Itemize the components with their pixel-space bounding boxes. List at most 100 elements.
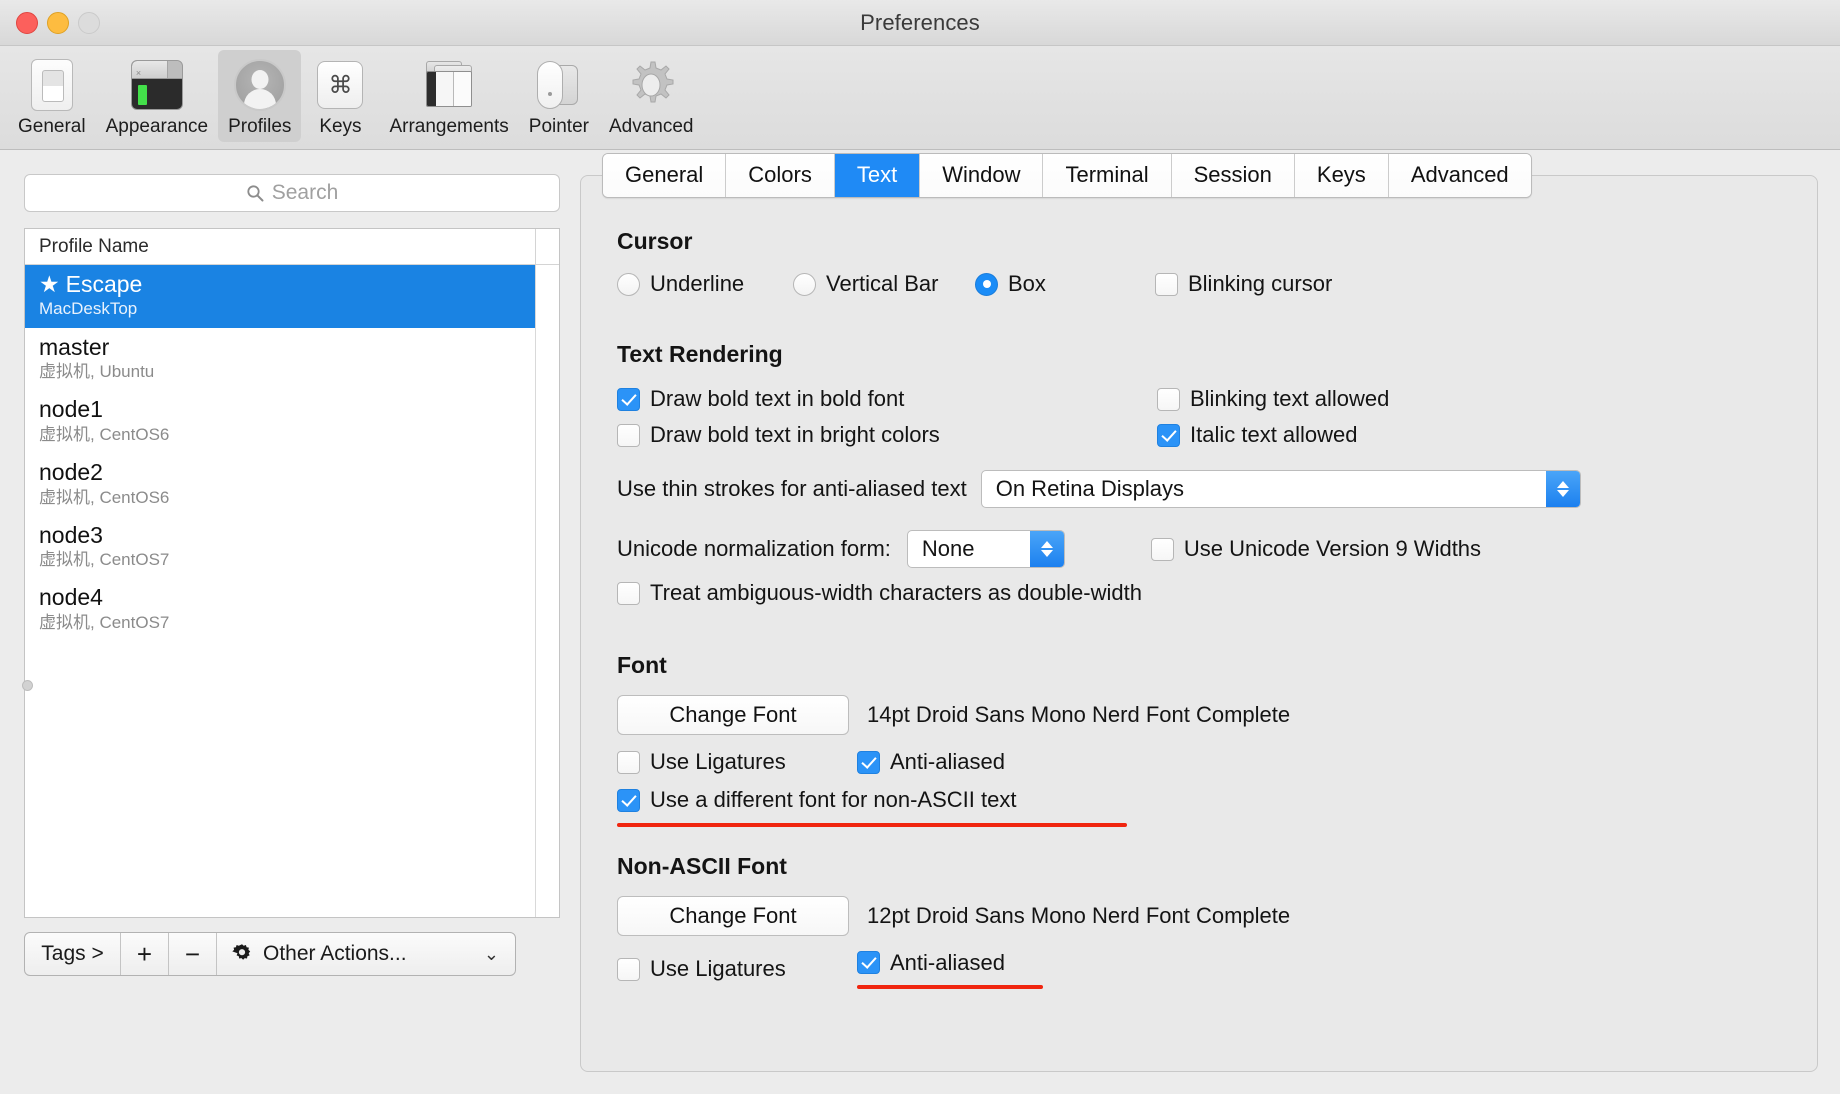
unicode-v9-widths-checkbox[interactable]: Use Unicode Version 9 Widths	[1150, 536, 1482, 562]
blinking-cursor-checkbox[interactable]: Blinking cursor	[1155, 271, 1332, 297]
cursor-vertical-bar-label: Vertical Bar	[826, 271, 939, 296]
other-actions-button[interactable]: Other Actions... ⌄	[217, 933, 515, 975]
window-title: Preferences	[860, 10, 980, 35]
cursor-radio-underline[interactable]: Underline	[617, 271, 793, 297]
profiles-action-bar: Tags > + − Other Actions... ⌄	[24, 932, 516, 976]
thin-strokes-label: Use thin strokes for anti-aliased text	[617, 476, 967, 501]
profile-subtitle: MacDeskTop	[39, 299, 138, 319]
profile-name: node1	[39, 396, 103, 423]
preferences-toolbar: General × Appearance Profiles ⌘ Keys Arr…	[0, 46, 1840, 150]
cursor-radio-vertical-bar[interactable]: Vertical Bar	[793, 271, 975, 297]
tab-text[interactable]: Text	[834, 154, 921, 197]
profiles-list-body: ★ Escape MacDeskTop master 虚拟机, Ubuntu no…	[25, 265, 559, 917]
appearance-icon: ×	[128, 56, 186, 114]
cursor-underline-label: Underline	[650, 271, 745, 296]
search-placeholder: Search	[271, 181, 339, 204]
remove-profile-button[interactable]: −	[169, 933, 217, 975]
tags-button[interactable]: Tags >	[25, 933, 121, 975]
draw-bold-in-bold-font-checkbox[interactable]: Draw bold text in bold font	[617, 386, 1157, 412]
gear-icon	[232, 944, 251, 960]
draw-bold-in-bright-colors-checkbox[interactable]: Draw bold text in bright colors	[617, 422, 1157, 448]
different-font-non-ascii-checkbox[interactable]: Use a different font for non-ASCII text	[617, 787, 1016, 813]
toolbar-label-appearance: Appearance	[105, 116, 209, 137]
unicode-normalization-value: None	[921, 536, 975, 561]
use-ligatures-checkbox[interactable]: Use Ligatures	[617, 749, 857, 775]
column-divider	[535, 229, 559, 264]
checkbox-anti-aliased-icon	[857, 750, 880, 774]
list-scroll-gutter[interactable]	[535, 265, 559, 917]
non-ascii-use-ligatures-checkbox[interactable]: Use Ligatures	[617, 956, 857, 982]
toolbar-item-keys[interactable]: ⌘ Keys	[301, 50, 379, 142]
toolbar-item-pointer[interactable]: Pointer	[519, 50, 599, 142]
checkbox-draw-bold-bold-icon	[617, 387, 640, 411]
checkbox-italic-text-icon	[1157, 423, 1180, 447]
ambiguous-width-checkbox[interactable]: Treat ambiguous-width characters as doub…	[617, 580, 1142, 606]
add-profile-button[interactable]: +	[121, 933, 169, 975]
toolbar-item-profiles[interactable]: Profiles	[218, 50, 302, 142]
preferences-window: Preferences General × Appearance Profile…	[0, 0, 1840, 1094]
thin-strokes-popup[interactable]: On Retina Displays	[980, 470, 1581, 508]
tab-colors[interactable]: Colors	[726, 154, 835, 197]
tab-advanced[interactable]: Advanced	[1388, 154, 1531, 197]
profile-settings-panel: General Colors Text Window Terminal Sess…	[580, 150, 1840, 1094]
section-heading-text-rendering: Text Rendering	[617, 341, 783, 367]
checkbox-ambiguous-width-icon	[617, 581, 640, 605]
tab-keys[interactable]: Keys	[1294, 154, 1389, 197]
italic-text-checkbox[interactable]: Italic text allowed	[1157, 422, 1358, 448]
unicode-normalization-popup[interactable]: None	[906, 530, 1065, 568]
anti-aliased-label: Anti-aliased	[890, 749, 1005, 774]
font-description: 14pt Droid Sans Mono Nerd Font Complete	[867, 702, 1291, 727]
tab-terminal[interactable]: Terminal	[1043, 154, 1172, 197]
profile-name: node2	[39, 459, 103, 486]
split-resize-handle[interactable]	[22, 680, 33, 691]
profile-name: ★ Escape	[39, 271, 535, 297]
draw-bold-bright-label: Draw bold text in bright colors	[650, 422, 940, 447]
other-actions-label: Other Actions...	[263, 942, 407, 965]
section-heading-font: Font	[617, 652, 667, 678]
profiles-list: Profile Name ★ Escape MacDeskTop master 虚…	[24, 228, 560, 918]
blinking-text-checkbox[interactable]: Blinking text allowed	[1157, 386, 1389, 412]
list-item[interactable]: node3 虚拟机, CentOS7	[25, 516, 535, 579]
profile-name: master	[39, 333, 110, 360]
profiles-sidebar: Search Profile Name ★ Escape MacDeskTop m…	[0, 150, 580, 1094]
blinking-text-label: Blinking text allowed	[1190, 386, 1390, 411]
anti-aliased-checkbox[interactable]: Anti-aliased	[857, 749, 1005, 775]
settings-tabbar: General Colors Text Window Terminal Sess…	[602, 153, 1532, 198]
keys-icon: ⌘	[311, 56, 369, 114]
toolbar-item-arrangements[interactable]: Arrangements	[379, 50, 518, 142]
list-item[interactable]: ★ Escape MacDeskTop	[25, 265, 535, 328]
toolbar-item-advanced[interactable]: Advanced	[599, 50, 704, 142]
radio-box-icon	[975, 272, 998, 296]
checkbox-blinking-cursor-icon	[1155, 272, 1178, 296]
stepper-arrows-icon[interactable]	[1029, 531, 1064, 567]
non-ascii-use-ligatures-label: Use Ligatures	[650, 956, 786, 982]
tab-general[interactable]: General	[603, 154, 727, 197]
ambiguous-width-label: Treat ambiguous-width characters as doub…	[650, 580, 1142, 605]
toolbar-item-appearance[interactable]: × Appearance	[96, 50, 218, 142]
annotation-underline-anti-aliased	[857, 985, 1043, 989]
radio-underline-icon	[617, 272, 640, 296]
toolbar-label-arrangements: Arrangements	[389, 116, 509, 137]
text-settings-panel: Cursor Underline Vertical Bar Box Blinki…	[580, 175, 1818, 1072]
change-non-ascii-font-button[interactable]: Change Font	[617, 895, 849, 936]
profiles-list-header: Profile Name	[25, 229, 559, 265]
tab-session[interactable]: Session	[1171, 154, 1295, 197]
list-item[interactable]: master 虚拟机, Ubuntu	[25, 328, 535, 391]
change-font-button[interactable]: Change Font	[617, 695, 849, 735]
column-header-profile-name: Profile Name	[39, 235, 149, 257]
list-item[interactable]: node1 虚拟机, CentOS6	[25, 390, 535, 453]
title-bar: Preferences	[0, 0, 1840, 46]
non-ascii-anti-aliased-checkbox[interactable]: Anti-aliased	[857, 950, 1005, 976]
stepper-arrows-icon[interactable]	[1545, 471, 1580, 507]
pointer-icon	[530, 56, 588, 114]
checkbox-non-ascii-use-ligatures-icon	[617, 957, 640, 981]
toolbar-label-advanced: Advanced	[608, 116, 694, 137]
tab-window[interactable]: Window	[920, 154, 1044, 197]
list-item[interactable]: node4 虚拟机, CentOS7	[25, 578, 535, 641]
search-input[interactable]: Search	[24, 174, 560, 212]
unicode-v9-label: Use Unicode Version 9 Widths	[1183, 536, 1482, 561]
toolbar-item-general[interactable]: General	[8, 50, 96, 142]
list-item[interactable]: node2 虚拟机, CentOS6	[25, 453, 535, 516]
cursor-box-label: Box	[1008, 271, 1046, 296]
cursor-radio-box[interactable]: Box	[975, 271, 1155, 297]
